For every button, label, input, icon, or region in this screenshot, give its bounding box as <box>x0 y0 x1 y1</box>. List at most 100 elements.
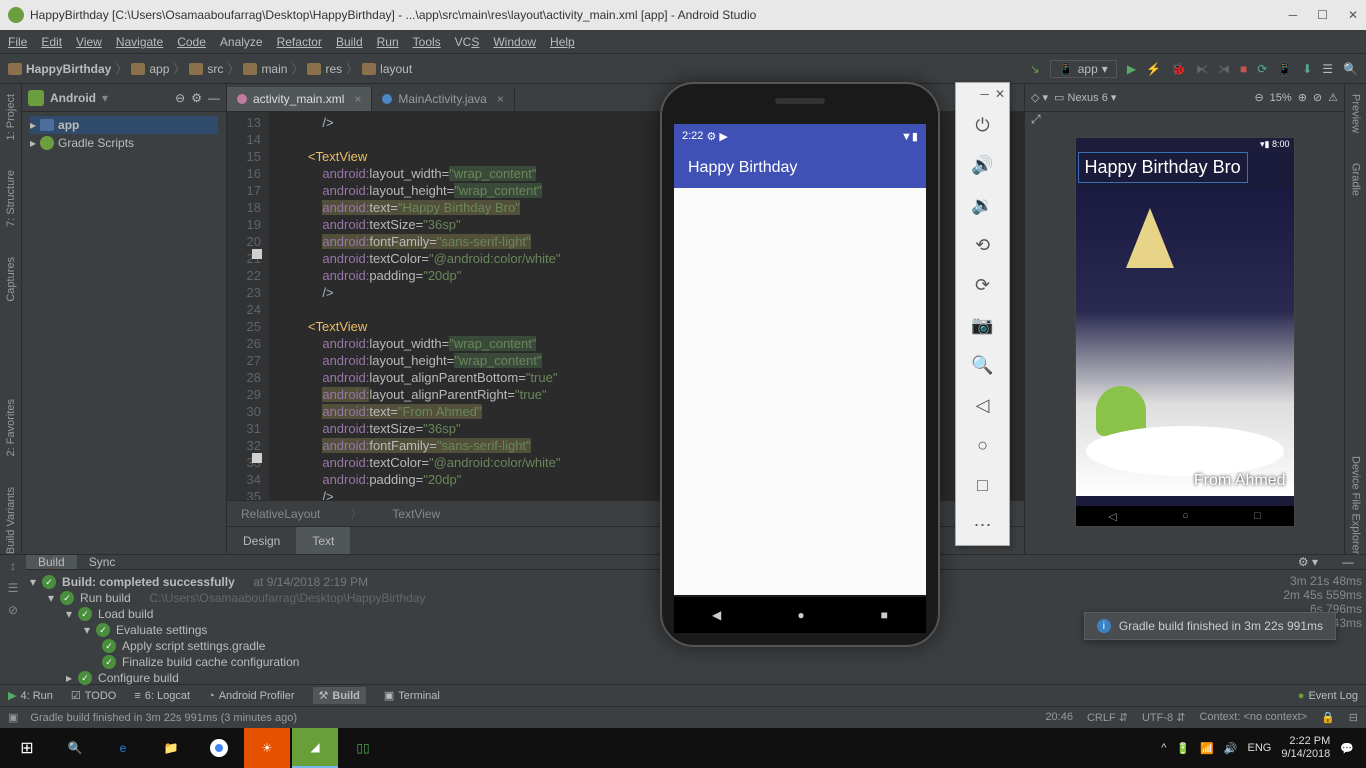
build-settings-icon[interactable]: ⚙ ▾ <box>1286 555 1330 569</box>
menu-view[interactable]: View <box>76 35 102 49</box>
emu-back-icon[interactable]: ◁ <box>956 385 1009 425</box>
build-row-config[interactable]: ▸ ✓ Configure build <box>30 670 1252 686</box>
menu-analyze[interactable]: Analyze <box>220 35 263 49</box>
context[interactable]: Context: <no context> <box>1199 711 1307 724</box>
taskview-icon[interactable]: ▯▯ <box>340 728 386 768</box>
settings-icon[interactable]: ⚙ <box>191 91 202 105</box>
make-icon[interactable]: ↘ <box>1030 62 1040 76</box>
menu-code[interactable]: Code <box>177 35 206 49</box>
menu-refactor[interactable]: Refactor <box>277 35 322 49</box>
emu-nav-bar[interactable]: ◀●■ <box>674 597 926 633</box>
hide-icon[interactable]: — <box>208 91 220 105</box>
tab-project[interactable]: 1: Project <box>5 94 17 140</box>
project-view-selector[interactable]: Android <box>50 91 96 105</box>
tw-todo[interactable]: ☑TODO <box>71 689 116 702</box>
menu-file[interactable]: File <box>8 35 27 49</box>
menu-build[interactable]: Build <box>336 35 363 49</box>
notifications-icon[interactable]: 💬 <box>1340 742 1354 755</box>
profile-icon[interactable]: ⧔ <box>1196 62 1208 76</box>
explorer-icon[interactable]: 📁 <box>148 728 194 768</box>
breadcrumb-src[interactable]: src <box>207 62 223 76</box>
tab-build-variants[interactable]: Build Variants <box>5 487 17 554</box>
tab-favorites[interactable]: 2: Favorites <box>5 399 17 456</box>
build-row-finalize[interactable]: ✓ Finalize build cache configuration <box>30 654 1252 670</box>
preview-device[interactable]: ▾▮ 8:00 Happy Birthday Bro From Ahmed ◁○… <box>1075 137 1295 527</box>
tw-eventlog[interactable]: ●Event Log <box>1298 690 1358 702</box>
emu-rotate-left-icon[interactable]: ⟲ <box>956 225 1009 265</box>
search-button[interactable]: 🔍 <box>52 728 98 768</box>
emu-zoom-icon[interactable]: 🔍 <box>956 345 1009 385</box>
tw-profiler[interactable]: ◔Android Profiler <box>208 690 294 702</box>
build-row-load[interactable]: ▾ ✓ Load build <box>30 606 1252 622</box>
breadcrumb-res[interactable]: res <box>325 62 342 76</box>
build-tab-build[interactable]: Build <box>26 555 77 569</box>
build-row-apply[interactable]: ✓ Apply script settings.gradle <box>30 638 1252 654</box>
zoom-in-icon[interactable]: ⊕ <box>1298 91 1307 104</box>
zoom-out-icon[interactable]: ⊖ <box>1254 91 1263 104</box>
tree-node-gradle[interactable]: ▸Gradle Scripts <box>30 134 218 152</box>
build-hide-icon[interactable]: — <box>1330 555 1366 569</box>
emu-power-icon[interactable]: ⏻ <box>956 105 1009 145</box>
clock[interactable]: 2:22 PM9/14/2018 <box>1281 735 1330 761</box>
warnings-icon[interactable]: ⚠ <box>1328 91 1338 104</box>
menu-window[interactable]: Window <box>493 35 536 49</box>
tw-build[interactable]: ⚒Build <box>313 687 366 704</box>
structure-icon[interactable]: ☰ <box>1322 62 1333 76</box>
start-button[interactable]: ⊞ <box>4 728 50 768</box>
emu-more-icon[interactable]: ⋯ <box>956 505 1009 545</box>
tw-logcat[interactable]: ≡6: Logcat <box>134 690 190 702</box>
trash-icon[interactable]: ⊟ <box>1349 711 1358 724</box>
attach-icon[interactable]: ⧕ <box>1218 62 1230 76</box>
tw-run[interactable]: ▶4: Run <box>8 689 53 702</box>
language-indicator[interactable]: ENG <box>1248 742 1272 754</box>
build-row-run[interactable]: ▾ ✓ Run build C:\Users\Osamaaboufarrag\D… <box>30 590 1252 606</box>
tab-gradle[interactable]: Gradle <box>1350 163 1362 196</box>
tree-node-app[interactable]: ▸app <box>30 116 218 134</box>
sdk-icon[interactable]: ⬇ <box>1302 62 1312 76</box>
avd-icon[interactable]: 📱 <box>1277 62 1292 76</box>
menu-run[interactable]: Run <box>377 35 399 49</box>
build-tab-sync[interactable]: Sync <box>77 555 128 569</box>
tab-activity-main[interactable]: activity_main.xml× <box>227 87 372 111</box>
tab-preview[interactable]: Preview <box>1350 94 1362 133</box>
tab-captures[interactable]: Captures <box>5 257 17 302</box>
crumb-textview[interactable]: TextView <box>392 507 440 521</box>
maximize-button[interactable]: ☐ <box>1317 8 1328 22</box>
android-studio-icon[interactable]: ◢ <box>292 728 338 768</box>
build-row-eval[interactable]: ▾ ✓ Evaluate settings <box>30 622 1252 638</box>
apply-changes-icon[interactable]: ⚡ <box>1146 62 1161 76</box>
app-icon-orange[interactable]: ☀ <box>244 728 290 768</box>
tab-design[interactable]: Design <box>227 527 296 554</box>
build-toggle-icon[interactable]: ↕ <box>5 559 21 575</box>
stop-button[interactable]: ■ <box>1240 62 1247 76</box>
close-tab-icon[interactable]: × <box>354 92 361 106</box>
emu-rotate-right-icon[interactable]: ⟳ <box>956 265 1009 305</box>
menu-tools[interactable]: Tools <box>413 35 441 49</box>
status-icon[interactable]: ▣ <box>8 711 18 724</box>
run-config-selector[interactable]: 📱 app ▾ <box>1050 60 1117 78</box>
breadcrumb-main[interactable]: main <box>261 62 287 76</box>
breadcrumb-app[interactable]: app <box>149 62 169 76</box>
tab-mainactivity[interactable]: MainActivity.java× <box>372 87 515 111</box>
tab-device-explorer[interactable]: Device File Explorer <box>1350 456 1362 554</box>
menu-vcs[interactable]: VCS <box>455 35 480 49</box>
emu-camera-icon[interactable]: 📷 <box>956 305 1009 345</box>
emu-close-icon[interactable]: ✕ <box>995 87 1005 101</box>
collapse-icon[interactable]: ⊖ <box>175 91 185 105</box>
battery-icon[interactable]: 🔋 <box>1176 742 1190 755</box>
tw-terminal[interactable]: ▣Terminal <box>384 689 440 702</box>
emulator-screen[interactable]: 2:22 ⚙ ▶▼▮ Happy Birthday <box>674 124 926 595</box>
menu-help[interactable]: Help <box>550 35 575 49</box>
emu-voldown-icon[interactable]: 🔉 <box>956 185 1009 225</box>
edge-icon[interactable]: e <box>100 728 146 768</box>
emu-volup-icon[interactable]: 🔊 <box>956 145 1009 185</box>
run-button[interactable]: ▶ <box>1127 62 1136 76</box>
debug-button[interactable]: 🐞 <box>1171 62 1186 76</box>
menu-edit[interactable]: Edit <box>41 35 62 49</box>
caret-position[interactable]: 20:46 <box>1045 711 1073 724</box>
volume-icon[interactable]: 🔊 <box>1224 742 1238 755</box>
line-ending[interactable]: CRLF ⇵ <box>1087 711 1128 724</box>
breadcrumb-layout[interactable]: layout <box>380 62 412 76</box>
wifi-icon[interactable]: 📶 <box>1200 742 1214 755</box>
gradle-toast[interactable]: i Gradle build finished in 3m 22s 991ms <box>1084 612 1336 640</box>
